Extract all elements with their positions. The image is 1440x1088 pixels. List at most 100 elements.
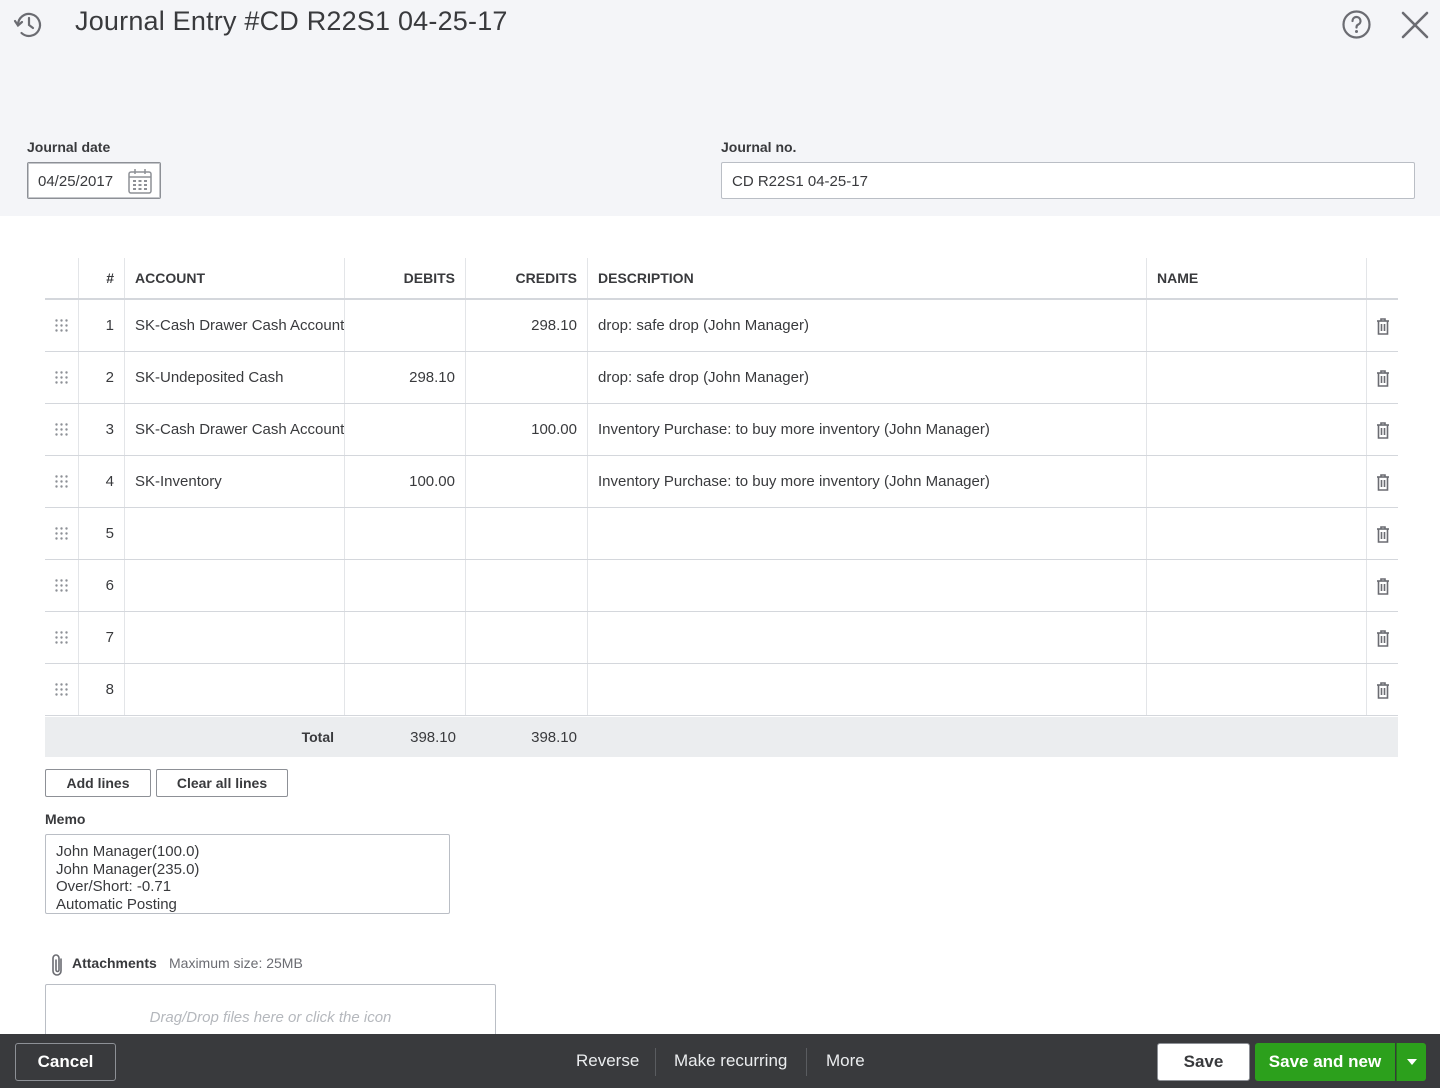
name-cell[interactable] <box>1146 352 1366 403</box>
save-button[interactable]: Save <box>1157 1043 1250 1081</box>
credits-cell[interactable] <box>465 456 587 507</box>
delete-row-button[interactable] <box>1366 560 1398 611</box>
delete-row-icon[interactable] <box>1376 525 1390 543</box>
line-number: 8 <box>78 664 124 715</box>
credits-cell[interactable] <box>465 664 587 715</box>
journal-no-input[interactable]: CD R22S1 04-25-17 <box>721 162 1415 199</box>
account-cell[interactable]: SK-Inventory <box>124 456 344 507</box>
table-row[interactable]: 5 <box>45 508 1398 560</box>
name-cell[interactable] <box>1146 300 1366 351</box>
reverse-link[interactable]: Reverse <box>576 1051 639 1071</box>
table-row[interactable]: 3 SK-Cash Drawer Cash Account 100.00 Invent… <box>45 404 1398 456</box>
cancel-button[interactable]: Cancel <box>15 1043 116 1081</box>
delete-row-button[interactable] <box>1366 404 1398 455</box>
drag-handle[interactable] <box>45 508 78 559</box>
debits-cell[interactable] <box>344 404 465 455</box>
table-row[interactable]: 2 SK-Undeposited Cash 298.10 drop: safe dro… <box>45 352 1398 404</box>
footer-divider <box>806 1048 807 1076</box>
debits-cell[interactable] <box>344 612 465 663</box>
drag-handle[interactable] <box>45 560 78 611</box>
debits-cell[interactable]: 100.00 <box>344 456 465 507</box>
drag-handle[interactable] <box>45 404 78 455</box>
delete-row-icon[interactable] <box>1376 421 1390 439</box>
account-cell[interactable] <box>124 560 344 611</box>
account-cell[interactable]: SK-Cash Drawer Cash Account <box>124 300 344 351</box>
drag-handle[interactable] <box>45 456 78 507</box>
total-label: Total <box>301 729 334 745</box>
account-cell[interactable]: SK-Cash Drawer Cash Account <box>124 404 344 455</box>
description-cell[interactable] <box>587 664 1146 715</box>
delete-row-button[interactable] <box>1366 300 1398 351</box>
drag-handle[interactable] <box>45 612 78 663</box>
drag-handle-icon[interactable] <box>55 683 68 696</box>
drag-handle-icon[interactable] <box>55 527 68 540</box>
name-cell[interactable] <box>1146 664 1366 715</box>
save-options-dropdown[interactable] <box>1396 1043 1426 1081</box>
drag-handle[interactable] <box>45 352 78 403</box>
help-icon[interactable] <box>1341 9 1372 40</box>
name-cell[interactable] <box>1146 456 1366 507</box>
credits-cell[interactable] <box>465 560 587 611</box>
debits-cell[interactable] <box>344 664 465 715</box>
description-cell[interactable]: Inventory Purchase: to buy more inventor… <box>587 456 1146 507</box>
debits-cell[interactable] <box>344 508 465 559</box>
drag-handle-icon[interactable] <box>55 371 68 384</box>
delete-row-icon[interactable] <box>1376 629 1390 647</box>
delete-row-button[interactable] <box>1366 508 1398 559</box>
description-cell[interactable]: drop: safe drop (John Manager) <box>587 352 1146 403</box>
name-cell[interactable] <box>1146 508 1366 559</box>
drag-handle-icon[interactable] <box>55 631 68 644</box>
name-cell[interactable] <box>1146 612 1366 663</box>
drag-handle-icon[interactable] <box>55 319 68 332</box>
drag-handle[interactable] <box>45 664 78 715</box>
table-row[interactable]: 7 <box>45 612 1398 664</box>
clear-all-lines-button[interactable]: Clear all lines <box>156 769 288 797</box>
debits-cell[interactable]: 298.10 <box>344 352 465 403</box>
delete-row-icon[interactable] <box>1376 681 1390 699</box>
description-cell[interactable] <box>587 612 1146 663</box>
delete-row-button[interactable] <box>1366 456 1398 507</box>
credits-cell[interactable] <box>465 612 587 663</box>
delete-row-icon[interactable] <box>1376 577 1390 595</box>
journal-date-input[interactable]: 04/25/2017 <box>27 162 161 199</box>
drag-handle-icon[interactable] <box>55 423 68 436</box>
description-cell[interactable]: Inventory Purchase: to buy more inventor… <box>587 404 1146 455</box>
drag-handle-icon[interactable] <box>55 579 68 592</box>
account-cell[interactable] <box>124 508 344 559</box>
description-cell[interactable] <box>587 508 1146 559</box>
calendar-icon[interactable] <box>127 167 153 195</box>
delete-row-icon[interactable] <box>1376 317 1390 335</box>
delete-row-button[interactable] <box>1366 352 1398 403</box>
delete-row-icon[interactable] <box>1376 473 1390 491</box>
credits-cell[interactable] <box>465 508 587 559</box>
table-row[interactable]: 8 <box>45 664 1398 716</box>
drag-handle[interactable] <box>45 300 78 351</box>
recent-history-icon[interactable] <box>12 8 46 42</box>
name-cell[interactable] <box>1146 404 1366 455</box>
table-row[interactable]: 6 <box>45 560 1398 612</box>
delete-row-icon[interactable] <box>1376 369 1390 387</box>
credits-cell[interactable]: 100.00 <box>465 404 587 455</box>
description-cell[interactable] <box>587 560 1146 611</box>
more-link[interactable]: More <box>826 1051 865 1071</box>
description-cell[interactable]: drop: safe drop (John Manager) <box>587 300 1146 351</box>
paperclip-icon[interactable] <box>49 952 67 978</box>
name-cell[interactable] <box>1146 560 1366 611</box>
add-lines-button[interactable]: Add lines <box>45 769 151 797</box>
account-cell[interactable]: SK-Undeposited Cash <box>124 352 344 403</box>
account-cell[interactable] <box>124 612 344 663</box>
table-row[interactable]: 1 SK-Cash Drawer Cash Account 298.10 drop: … <box>45 300 1398 352</box>
drag-handle-icon[interactable] <box>55 475 68 488</box>
close-icon[interactable] <box>1398 8 1432 42</box>
credits-cell[interactable]: 298.10 <box>465 300 587 351</box>
memo-textarea[interactable]: John Manager(100.0) John Manager(235.0) Ov… <box>45 834 450 914</box>
debits-cell[interactable] <box>344 560 465 611</box>
delete-row-button[interactable] <box>1366 664 1398 715</box>
credits-cell[interactable] <box>465 352 587 403</box>
debits-cell[interactable] <box>344 300 465 351</box>
make-recurring-link[interactable]: Make recurring <box>674 1051 787 1071</box>
account-cell[interactable] <box>124 664 344 715</box>
save-and-new-button[interactable]: Save and new <box>1255 1043 1395 1081</box>
delete-row-button[interactable] <box>1366 612 1398 663</box>
table-row[interactable]: 4 SK-Inventory 100.00 Inventory Purchase: t… <box>45 456 1398 508</box>
